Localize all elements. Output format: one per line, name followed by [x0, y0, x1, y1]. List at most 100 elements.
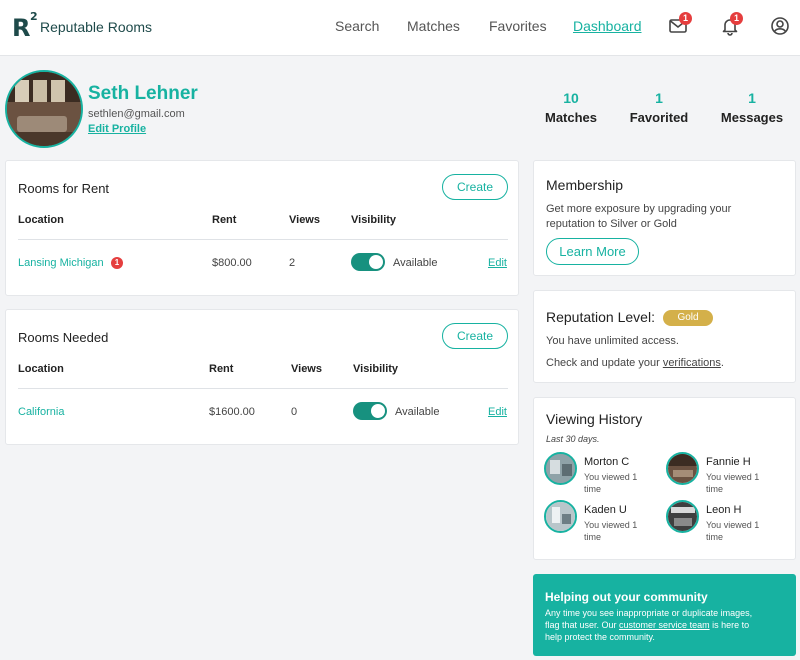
viewer-avatar[interactable]	[666, 500, 699, 533]
stat-favorited-count: 1	[655, 90, 663, 106]
needed-views: 0	[291, 406, 298, 418]
viewer-text-1: You viewed 1	[706, 520, 760, 530]
reputation-text-2: Check and update your verifications.	[546, 355, 724, 371]
col-views: Views	[291, 363, 322, 375]
create-needed-button[interactable]: Create	[442, 323, 508, 349]
rent-visibility-label: Available	[393, 257, 438, 269]
table-divider	[18, 388, 508, 389]
table-divider	[18, 239, 508, 240]
logo[interactable]: R 2 Reputable Rooms	[12, 10, 153, 42]
viewer-text-1: You viewed 1	[706, 472, 760, 482]
viewer-text-1: You viewed 1	[584, 472, 638, 482]
community-title: Helping out your community	[545, 590, 708, 604]
stat-matches-label: Matches	[544, 110, 598, 125]
stat-favorited[interactable]: 1 Favorited	[619, 90, 699, 125]
reputation-level-badge: Gold	[663, 310, 713, 326]
verifications-link[interactable]: verifications	[663, 357, 721, 369]
viewer-text: You viewed 1 time	[584, 519, 654, 543]
community-text-3: help protect the community.	[545, 632, 655, 642]
stat-matches[interactable]: 10 Matches	[531, 90, 611, 125]
viewer-text-2: time	[584, 484, 602, 494]
customer-service-link[interactable]: customer service team	[619, 620, 710, 630]
rooms-for-rent-card: Rooms for Rent Create Location Rent View…	[5, 160, 519, 296]
nav-search[interactable]: Search	[335, 18, 379, 34]
viewer-name[interactable]: Fannie H	[706, 456, 751, 468]
col-location: Location	[18, 363, 64, 375]
viewer-text-2: time	[706, 484, 724, 494]
membership-text-1: Get more exposure by upgrading your	[546, 203, 732, 215]
reputation-text-2-post: .	[720, 357, 724, 369]
viewer-text-1: You viewed 1	[584, 520, 638, 530]
community-text-2-post: is here to	[709, 620, 750, 630]
community-text-2-pre: flag that user. Our	[545, 620, 620, 630]
reputation-text-1: You have unlimited access.	[546, 335, 679, 347]
edit-profile-link[interactable]: Edit Profile	[88, 123, 146, 135]
mail-icon[interactable]: 1	[668, 12, 692, 38]
needed-visibility-toggle[interactable]	[353, 402, 387, 420]
stat-messages-count: 1	[748, 90, 756, 106]
stat-messages[interactable]: 1 Messages	[712, 90, 792, 125]
stat-matches-count: 10	[563, 90, 579, 106]
needed-location-link[interactable]: California	[18, 406, 64, 418]
rent-location-badge: 1	[111, 257, 123, 269]
mail-badge: 1	[679, 12, 692, 25]
membership-card: Membership Get more exposure by upgradin…	[533, 160, 796, 276]
community-text: Any time you see inappropriate or duplic…	[545, 607, 790, 643]
col-location: Location	[18, 214, 64, 226]
create-rent-button[interactable]: Create	[442, 174, 508, 200]
bell-icon[interactable]: 1	[720, 12, 743, 38]
bell-badge: 1	[730, 12, 743, 25]
reputation-text-2-pre: Check and update your	[546, 357, 663, 369]
community-card: Helping out your community Any time you …	[533, 574, 796, 656]
viewer-text: You viewed 1 time	[706, 471, 776, 495]
viewer-avatar[interactable]	[544, 500, 577, 533]
nav-matches[interactable]: Matches	[407, 18, 460, 34]
logo-letter: R	[12, 14, 31, 42]
needed-edit-link[interactable]: Edit	[488, 406, 507, 418]
learn-more-button[interactable]: Learn More	[546, 238, 639, 265]
viewer-name[interactable]: Kaden U	[584, 504, 627, 516]
rooms-needed-card: Rooms Needed Create Location Rent Views …	[5, 309, 519, 445]
viewing-history-subtitle: Last 30 days.	[546, 434, 600, 444]
stat-favorited-label: Favorited	[629, 110, 689, 125]
viewer-avatar[interactable]	[544, 452, 577, 485]
nav-favorites[interactable]: Favorites	[489, 18, 547, 34]
col-visibility: Visibility	[351, 214, 397, 226]
rent-visibility-toggle[interactable]	[351, 253, 385, 271]
membership-title: Membership	[546, 177, 624, 193]
viewer-text-2: time	[584, 532, 602, 542]
nav-dashboard[interactable]: Dashboard	[573, 18, 642, 34]
membership-text-2: reputation to Silver or Gold	[546, 218, 677, 230]
rent-edit-link[interactable]: Edit	[488, 257, 507, 269]
rent-views: 2	[289, 257, 296, 269]
needed-price: $1600.00	[209, 406, 255, 418]
profile-email: sethlen@gmail.com	[88, 108, 185, 120]
rent-location-link[interactable]: Lansing Michigan	[18, 257, 104, 269]
rent-price: $800.00	[212, 257, 252, 269]
viewer-avatar[interactable]	[666, 452, 699, 485]
viewer-name[interactable]: Morton C	[584, 456, 629, 468]
col-views: Views	[289, 214, 320, 226]
viewer-text-2: time	[706, 532, 724, 542]
stat-messages-label: Messages	[720, 110, 784, 125]
viewing-history-title: Viewing History	[546, 411, 643, 427]
viewer-text: You viewed 1 time	[584, 471, 654, 495]
viewer-name[interactable]: Leon H	[706, 504, 741, 516]
community-text-1: Any time you see inappropriate or duplic…	[545, 608, 753, 618]
needed-visibility-label: Available	[395, 406, 440, 418]
viewer-text: You viewed 1 time	[706, 519, 776, 543]
rooms-for-rent-title: Rooms for Rent	[18, 181, 110, 196]
reputation-title: Reputation Level:	[546, 309, 655, 325]
brand-name: Reputable Rooms	[40, 19, 153, 35]
profile-name: Seth Lehner	[88, 83, 198, 104]
logo-superscript: 2	[30, 10, 38, 23]
col-rent: Rent	[212, 214, 237, 226]
rooms-needed-title: Rooms Needed	[18, 330, 109, 345]
profile-avatar	[5, 70, 83, 148]
reputation-card: Reputation Level: Gold You have unlimite…	[533, 290, 796, 383]
col-rent: Rent	[209, 363, 234, 375]
col-visibility: Visibility	[353, 363, 399, 375]
logo-mark: R 2	[12, 10, 40, 42]
account-icon[interactable]	[770, 16, 792, 38]
viewing-history-card: Viewing History Last 30 days. Morton C Y…	[533, 397, 796, 560]
